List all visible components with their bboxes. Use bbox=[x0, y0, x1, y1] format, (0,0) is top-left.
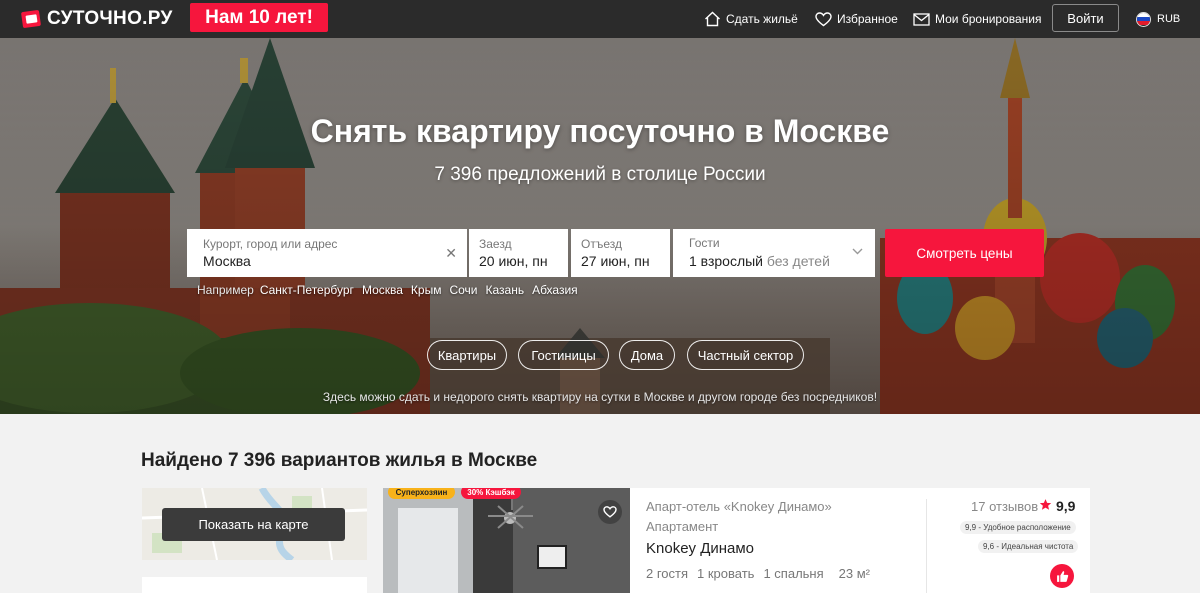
checkout-value: 27 июн, пн bbox=[581, 253, 650, 269]
login-button[interactable]: Войти bbox=[1052, 4, 1119, 32]
listing-property-type: Апарт-отель «Knokey Динамо» bbox=[646, 499, 832, 514]
checkout-label: Отъезд bbox=[581, 237, 622, 251]
house-icon bbox=[705, 11, 720, 27]
checkout-field[interactable]: Отъезд 27 июн, пн bbox=[571, 229, 670, 277]
map-preview[interactable]: Показать на карте bbox=[142, 488, 367, 560]
thumbs-up-icon bbox=[1056, 570, 1068, 582]
superhost-badge: Суперхозяин bbox=[388, 488, 455, 499]
rating-score: 9,9 bbox=[1056, 498, 1076, 514]
russia-flag-icon bbox=[1136, 11, 1151, 27]
example-link-kazan[interactable]: Казань bbox=[485, 283, 524, 297]
listing-bedrooms: 1 спальня bbox=[763, 566, 824, 581]
chevron-down-icon bbox=[852, 248, 863, 255]
guests-value: 1 взрослый без детей bbox=[689, 253, 830, 269]
examples-label: Например bbox=[197, 283, 254, 297]
nav-favorites[interactable]: Избранное bbox=[815, 0, 898, 38]
guests-field[interactable]: Гости 1 взрослый без детей bbox=[673, 229, 875, 277]
show-on-map-button[interactable]: Показать на карте bbox=[162, 508, 345, 541]
chip-private-sector[interactable]: Частный сектор bbox=[687, 340, 804, 370]
example-link-sochi[interactable]: Сочи bbox=[449, 283, 477, 297]
search-prices-button[interactable]: Смотреть цены bbox=[885, 229, 1044, 277]
chip-hotels[interactable]: Гостиницы bbox=[518, 340, 609, 370]
guests-adults: 1 взрослый bbox=[689, 253, 763, 269]
nav-list-property-label: Сдать жильё bbox=[726, 12, 798, 26]
currency-label: RUB bbox=[1157, 13, 1181, 25]
example-link-moscow[interactable]: Москва bbox=[362, 283, 403, 297]
clear-destination-icon[interactable]: ✕ bbox=[445, 245, 457, 262]
listing-title[interactable]: Knokey Динамо bbox=[646, 540, 754, 557]
destination-label: Курорт, город или адрес bbox=[203, 237, 338, 251]
heart-outline-icon bbox=[603, 506, 617, 518]
example-link-spb[interactable]: Санкт-Петербург bbox=[260, 283, 354, 297]
checkin-value: 20 июн, пн bbox=[479, 253, 548, 269]
checkin-field[interactable]: Заезд 20 июн, пн bbox=[469, 229, 568, 277]
heart-icon bbox=[815, 11, 832, 26]
rating-tag-cleanliness: 9,6 - Идеальная чистота bbox=[978, 540, 1079, 553]
cashback-badge: 30% Кэшбэк bbox=[461, 488, 521, 499]
example-destinations: Например Санкт-Петербург Москва Крым Соч… bbox=[197, 283, 578, 297]
results-heading: Найдено 7 396 вариантов жилья в Москве bbox=[141, 450, 538, 471]
chip-houses[interactable]: Дома bbox=[619, 340, 675, 370]
page-title: Снять квартиру посуточно в Москве bbox=[310, 113, 890, 149]
nav-my-bookings-label: Мои бронирования bbox=[935, 12, 1042, 26]
hero-description: Здесь можно сдать и недорого снять кварт… bbox=[322, 390, 878, 404]
listing-beds: 1 кровать bbox=[697, 566, 755, 581]
rating-tag-location: 9,9 - Удобное расположение bbox=[960, 521, 1076, 534]
listing-unit-kind: Апартамент bbox=[646, 519, 719, 534]
listing-specs: 2 гостя 1 кровать 1 спальня 23 м² bbox=[646, 566, 870, 581]
nav-list-property[interactable]: Сдать жильё bbox=[704, 0, 798, 38]
hero-banner: Снять квартиру посуточно в Москве 7 396 … bbox=[0, 38, 1200, 414]
listing-details: Апарт-отель «Knokey Динамо» Апартамент K… bbox=[630, 488, 925, 593]
currency-selector[interactable]: RUB bbox=[1136, 0, 1180, 38]
card-divider bbox=[926, 499, 927, 593]
logo-icon bbox=[20, 9, 42, 29]
nav-favorites-label: Избранное bbox=[837, 12, 898, 26]
property-type-chips: Квартиры Гостиницы Дома Частный сектор bbox=[0, 340, 1200, 370]
mail-icon bbox=[913, 12, 930, 26]
star-icon bbox=[1039, 499, 1052, 510]
reviews-count[interactable]: 17 отзывов bbox=[971, 499, 1038, 514]
add-to-favorites-button[interactable] bbox=[598, 500, 622, 524]
listing-guests: 2 гостя bbox=[646, 566, 689, 581]
sidebar-filter-card bbox=[142, 577, 367, 593]
example-link-abkhazia[interactable]: Абхазия bbox=[532, 283, 578, 297]
listing-photo[interactable]: Суперхозяин 30% Кэшбэк bbox=[383, 488, 630, 593]
logo-text: СУТОЧНО.РУ bbox=[47, 8, 173, 29]
listing-area: 23 м² bbox=[838, 566, 870, 581]
apartment-photo-image bbox=[383, 488, 630, 593]
site-logo[interactable]: СУТОЧНО.РУ bbox=[20, 7, 173, 31]
nav-my-bookings[interactable]: Мои бронирования bbox=[913, 0, 1041, 38]
checkin-label: Заезд bbox=[479, 237, 512, 251]
example-link-crimea[interactable]: Крым bbox=[411, 283, 442, 297]
like-button[interactable] bbox=[1050, 564, 1074, 588]
top-navigation-bar: СУТОЧНО.РУ Нам 10 лет! Сдать жильё Избра… bbox=[0, 0, 1200, 38]
anniversary-banner[interactable]: Нам 10 лет! bbox=[190, 3, 328, 32]
destination-value[interactable]: Москва bbox=[203, 253, 251, 269]
guests-label: Гости bbox=[689, 236, 720, 250]
offers-count-subtitle: 7 396 предложений в столице России bbox=[434, 164, 766, 185]
chip-apartments[interactable]: Квартиры bbox=[427, 340, 507, 370]
destination-field[interactable]: Курорт, город или адрес Москва ✕ bbox=[187, 229, 467, 277]
guests-children: без детей bbox=[766, 253, 830, 269]
listing-card[interactable]: Суперхозяин 30% Кэшбэк Апарт-отель «Knok… bbox=[383, 488, 1090, 593]
